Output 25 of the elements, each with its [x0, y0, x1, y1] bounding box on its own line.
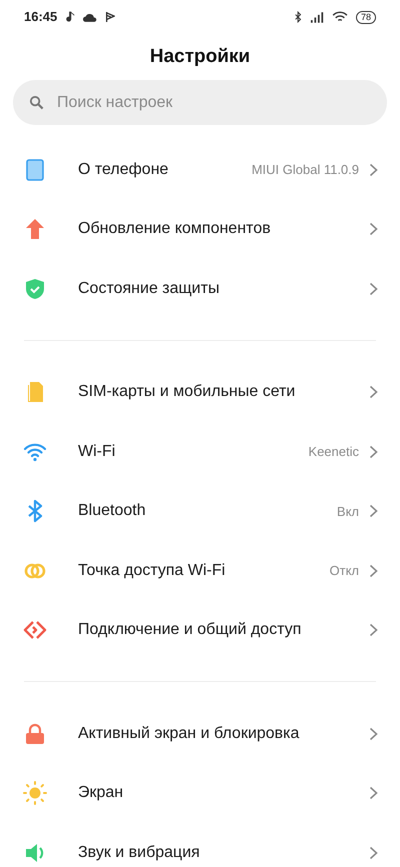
chevron-icon	[369, 726, 378, 741]
chevron-icon	[369, 444, 378, 459]
chevron-icon	[369, 385, 378, 400]
flag-icon	[105, 11, 116, 23]
page-title: Настройки	[148, 45, 252, 69]
chevron-icon	[369, 504, 378, 518]
chevron-icon	[369, 162, 378, 177]
search-field[interactable]: Поиск настроек	[13, 80, 387, 125]
shield-check-icon	[23, 276, 47, 301]
phone-icon	[23, 158, 47, 182]
clock-time: 16:45	[24, 8, 58, 26]
chevron-icon	[369, 282, 378, 296]
cloud-icon	[83, 12, 98, 22]
chevron-icon	[369, 786, 378, 800]
lock-icon	[23, 722, 47, 746]
wifi-icon	[332, 11, 348, 23]
music-note-icon	[65, 11, 76, 23]
sun-icon	[23, 781, 47, 806]
battery-level: 78	[356, 10, 376, 24]
chevron-icon	[369, 623, 378, 638]
signal-icon	[310, 12, 324, 22]
bluetooth-icon	[294, 11, 302, 23]
chevron-icon	[369, 564, 378, 578]
chevron-icon	[369, 222, 378, 236]
chevron-icon	[369, 846, 378, 860]
